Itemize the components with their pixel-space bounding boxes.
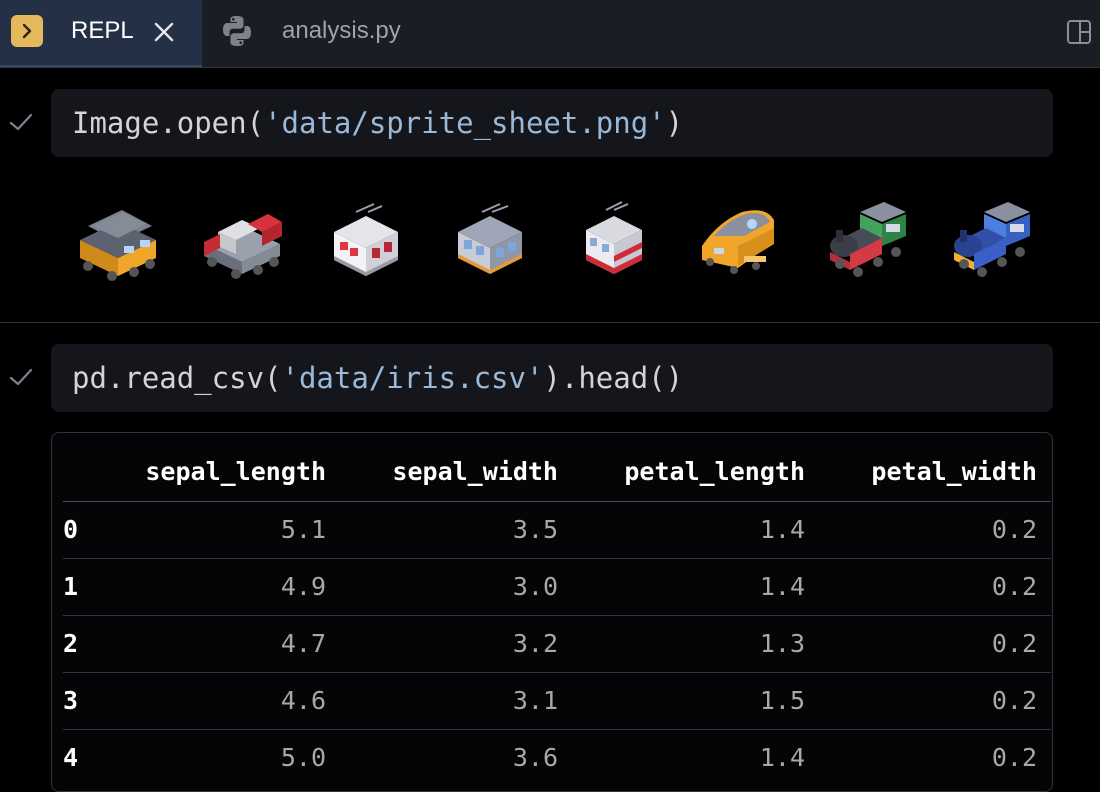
table-cell: 5.0	[280, 743, 326, 772]
tab-label: REPL	[71, 17, 134, 44]
table-cell: 4.6	[280, 686, 326, 715]
table-cell: 3.2	[512, 629, 558, 658]
blue-steam-locomotive-sprite	[946, 196, 1034, 284]
table-header-row: sepal_length sepal_width petal_length pe…	[63, 443, 1051, 502]
row-index: 4	[63, 743, 79, 772]
tab-label: analysis.py	[282, 17, 401, 44]
tab-analysis[interactable]: analysis.py	[202, 0, 452, 67]
python-icon	[220, 14, 254, 48]
column-header: sepal_width	[392, 457, 558, 486]
code-string: 'data/iris.csv'	[281, 361, 544, 395]
red-tram-sprite	[570, 196, 658, 284]
close-icon[interactable]	[152, 20, 176, 44]
table-row: 0 5.1 3.5 1.4 0.2	[63, 501, 1051, 559]
check-icon	[8, 111, 34, 133]
code-cell-csv[interactable]: pd.read_csv('data/iris.csv').head()	[51, 344, 1053, 412]
column-header: petal_width	[871, 457, 1037, 486]
table-row: 2 4.7 3.2 1.3 0.2	[63, 615, 1051, 673]
column-header: petal_length	[624, 457, 805, 486]
table-cell: 0.2	[991, 629, 1037, 658]
table-cell: 3.5	[512, 515, 558, 544]
code-text: pd.read_csv(	[72, 361, 282, 395]
row-index: 2	[63, 629, 79, 658]
table-cell: 5.1	[280, 515, 326, 544]
table-cell: 1.4	[759, 743, 805, 772]
red-locomotive-sprite	[198, 196, 286, 284]
code-cell-image[interactable]: Image.open('data/sprite_sheet.png')	[51, 89, 1053, 157]
green-steam-locomotive-sprite	[822, 196, 910, 284]
code-text: )	[665, 106, 684, 140]
yellow-locomotive-sprite	[74, 196, 162, 284]
table-cell: 3.6	[512, 743, 558, 772]
cell-divider	[0, 322, 1100, 323]
code-text: ).head()	[543, 361, 684, 395]
table-cell: 1.4	[759, 572, 805, 601]
grey-tram-sprite	[446, 196, 534, 284]
check-icon	[8, 366, 34, 388]
layout-icon[interactable]	[1066, 19, 1092, 45]
row-index: 0	[63, 515, 79, 544]
tab-repl[interactable]: REPL	[0, 0, 202, 67]
dataframe-output: sepal_length sepal_width petal_length pe…	[51, 432, 1053, 792]
table-row: 1 4.9 3.0 1.4 0.2	[63, 558, 1051, 616]
table-cell: 0.2	[991, 743, 1037, 772]
table-cell: 0.2	[991, 686, 1037, 715]
row-index: 3	[63, 686, 79, 715]
column-header: sepal_length	[145, 457, 326, 486]
code-text: Image.open(	[72, 106, 265, 140]
table-cell: 4.7	[280, 629, 326, 658]
white-red-tram-sprite	[322, 196, 410, 284]
table-cell: 4.9	[280, 572, 326, 601]
table-cell: 0.2	[991, 572, 1037, 601]
table-row: 3 4.6 3.1 1.5 0.2	[63, 672, 1051, 730]
orange-bullet-train-sprite	[694, 196, 782, 284]
table-cell: 3.1	[512, 686, 558, 715]
sprite-sheet-output	[70, 196, 1040, 286]
table-cell: 0.2	[991, 515, 1037, 544]
table-cell: 1.3	[759, 629, 805, 658]
code-string: 'data/sprite_sheet.png'	[264, 106, 666, 140]
table-cell: 3.0	[512, 572, 558, 601]
table-row: 4 5.0 3.6 1.4 0.2	[63, 729, 1051, 786]
table-cell: 1.5	[759, 686, 805, 715]
repl-icon	[11, 15, 43, 47]
tab-bar: REPL analysis.py	[0, 0, 1100, 68]
table-cell: 1.4	[759, 515, 805, 544]
row-index: 1	[63, 572, 79, 601]
